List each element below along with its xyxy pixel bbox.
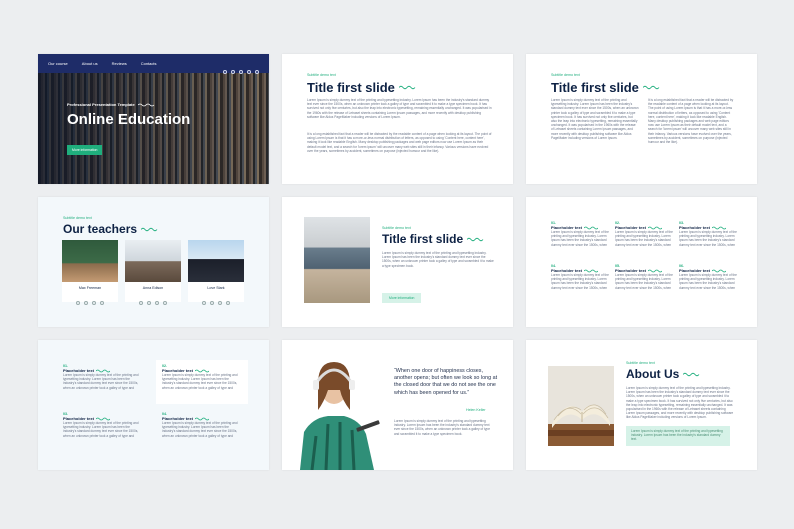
instagram-icon[interactable] bbox=[92, 301, 96, 305]
linkedin-icon[interactable] bbox=[255, 70, 259, 74]
squiggle-icon bbox=[647, 226, 662, 229]
squiggle-icon bbox=[398, 85, 416, 90]
linkedin-icon[interactable] bbox=[100, 301, 104, 305]
instagram-icon[interactable] bbox=[155, 301, 159, 305]
linkedin-icon[interactable] bbox=[163, 301, 167, 305]
facebook-icon[interactable] bbox=[139, 301, 143, 305]
twitter-icon[interactable] bbox=[84, 301, 88, 305]
squiggle-icon bbox=[194, 369, 209, 372]
hero-title: Online Education bbox=[67, 111, 191, 128]
placeholder-card: 03. Placeholder text Lorem Ipsum is simp… bbox=[63, 412, 139, 438]
teacher-photo bbox=[188, 240, 244, 282]
social-icons bbox=[221, 61, 261, 79]
slide-title: Title first slide bbox=[382, 232, 464, 246]
squiggle-icon bbox=[683, 372, 700, 376]
twitter-icon[interactable] bbox=[147, 301, 151, 305]
squiggle-icon bbox=[647, 269, 662, 272]
slide-5-thumbnail[interactable]: Subtitle demo text Title first slide Lor… bbox=[282, 197, 513, 327]
facebook-icon[interactable] bbox=[223, 70, 227, 74]
slide-8-thumbnail[interactable]: “When one door of happiness closes, anot… bbox=[282, 340, 513, 470]
squiggle-icon bbox=[583, 269, 598, 272]
body-paragraph: Lorem Ipsum is simply dummy text of the … bbox=[394, 419, 491, 436]
nav-contacts[interactable]: Contacts bbox=[141, 61, 157, 66]
subtitle: Subtitle demo text bbox=[626, 361, 655, 365]
squiggle-icon bbox=[95, 369, 110, 372]
nav-our-course[interactable]: Our course bbox=[48, 61, 68, 66]
placeholder-card: 02. Placeholder text Lorem Ipsum is simp… bbox=[156, 360, 248, 404]
subtitle: Subtitle demo text bbox=[307, 73, 336, 77]
squiggle-icon bbox=[194, 417, 209, 420]
slide-7-thumbnail[interactable]: 01. Placeholder text Lorem Ipsum is simp… bbox=[38, 340, 269, 470]
slide-2-thumbnail[interactable]: Subtitle demo text Title first slide Lor… bbox=[282, 54, 513, 184]
hero-kicker: Professional Presentation Template bbox=[67, 102, 135, 107]
squiggle-icon bbox=[467, 237, 484, 241]
open-book-photo bbox=[548, 366, 614, 446]
twitter-icon[interactable] bbox=[231, 70, 235, 74]
slide-4-thumbnail[interactable]: Subtitle demo text Our teachers Max Free… bbox=[38, 197, 269, 327]
highlight-note: Lorem Ipsum is simply dummy text of the … bbox=[626, 426, 730, 446]
body-paragraph: Lorem Ipsum is simply dummy text of the … bbox=[626, 386, 734, 420]
placeholder-item: 01. Placeholder text Lorem Ipsum is simp… bbox=[551, 221, 609, 247]
teacher-card[interactable]: Love Stark bbox=[188, 240, 244, 305]
facebook-icon[interactable] bbox=[76, 301, 80, 305]
body-column-left: Lorem Ipsum is simply dummy text of the … bbox=[551, 98, 639, 140]
teacher-photo bbox=[125, 240, 181, 282]
body-column-right: It is a long established fact that a rea… bbox=[648, 98, 734, 145]
squiggle-icon bbox=[95, 417, 110, 420]
placeholder-item: 05. Placeholder text Lorem Ipsum is simp… bbox=[615, 264, 673, 290]
subtitle: Subtitle demo text bbox=[382, 226, 411, 230]
body-paragraph-2: It is a long established fact that a rea… bbox=[307, 132, 492, 153]
instagram-icon[interactable] bbox=[239, 70, 243, 74]
squiggle-icon bbox=[137, 103, 155, 106]
subtitle: Subtitle demo text bbox=[551, 73, 580, 77]
youtube-icon[interactable] bbox=[247, 70, 251, 74]
slide-9-thumbnail[interactable]: Subtitle demo text About Us Lorem Ipsum … bbox=[526, 340, 757, 470]
top-nav-bar: Our course About us Reviews Contacts bbox=[38, 54, 269, 74]
more-information-button[interactable]: More information bbox=[382, 293, 422, 303]
slide-title: Title first slide bbox=[551, 80, 639, 95]
placeholder-card: 04. Placeholder text Lorem Ipsum is simp… bbox=[162, 412, 238, 438]
slide-title: About Us bbox=[626, 367, 680, 381]
placeholder-item: 02. Placeholder text Lorem Ipsum is simp… bbox=[615, 221, 673, 247]
quote-text: “When one door of happiness closes, anot… bbox=[394, 368, 498, 396]
placeholder-item: 03. Placeholder text Lorem Ipsum is simp… bbox=[679, 221, 737, 247]
squiggle-icon bbox=[642, 85, 660, 90]
squiggle-icon bbox=[141, 227, 158, 231]
subtitle: Subtitle demo text bbox=[63, 216, 92, 220]
squiggle-icon bbox=[711, 269, 726, 272]
slide-3-thumbnail[interactable]: Subtitle demo text Title first slide Lor… bbox=[526, 54, 757, 184]
squiggle-icon bbox=[711, 226, 726, 229]
student-photo bbox=[282, 340, 386, 470]
more-information-button[interactable]: More information bbox=[67, 145, 103, 155]
teacher-name: Love Stark bbox=[207, 286, 225, 290]
slide-title: Title first slide bbox=[307, 80, 395, 95]
nav-reviews[interactable]: Reviews bbox=[112, 61, 127, 66]
facebook-icon[interactable] bbox=[202, 301, 206, 305]
placeholder-item: 06. Placeholder text Lorem Ipsum is simp… bbox=[679, 264, 737, 290]
quote-author: Helen Keller bbox=[466, 408, 486, 412]
slide-1-thumbnail[interactable]: Our course About us Reviews Contacts Pro… bbox=[38, 54, 269, 184]
placeholder-item: 04. Placeholder text Lorem Ipsum is simp… bbox=[551, 264, 609, 290]
students-photo bbox=[304, 217, 370, 303]
squiggle-icon bbox=[583, 226, 598, 229]
body-paragraph-1: Lorem Ipsum is simply dummy text of the … bbox=[307, 98, 492, 119]
teacher-name: Anna Edison bbox=[142, 286, 164, 290]
teacher-card[interactable]: Anna Edison bbox=[125, 240, 181, 305]
teacher-name: Max Freeman bbox=[78, 286, 102, 290]
instagram-icon[interactable] bbox=[218, 301, 222, 305]
twitter-icon[interactable] bbox=[210, 301, 214, 305]
teacher-card[interactable]: Max Freeman bbox=[62, 240, 118, 305]
nav-about-us[interactable]: About us bbox=[82, 61, 98, 66]
slide-6-thumbnail[interactable]: 01. Placeholder text Lorem Ipsum is simp… bbox=[526, 197, 757, 327]
linkedin-icon[interactable] bbox=[226, 301, 230, 305]
teacher-photo bbox=[62, 240, 118, 282]
slide-title: Our teachers bbox=[63, 222, 138, 236]
placeholder-card: 01. Placeholder text Lorem Ipsum is simp… bbox=[63, 364, 139, 390]
body-paragraph: Lorem Ipsum is simply dummy text of the … bbox=[382, 251, 494, 268]
